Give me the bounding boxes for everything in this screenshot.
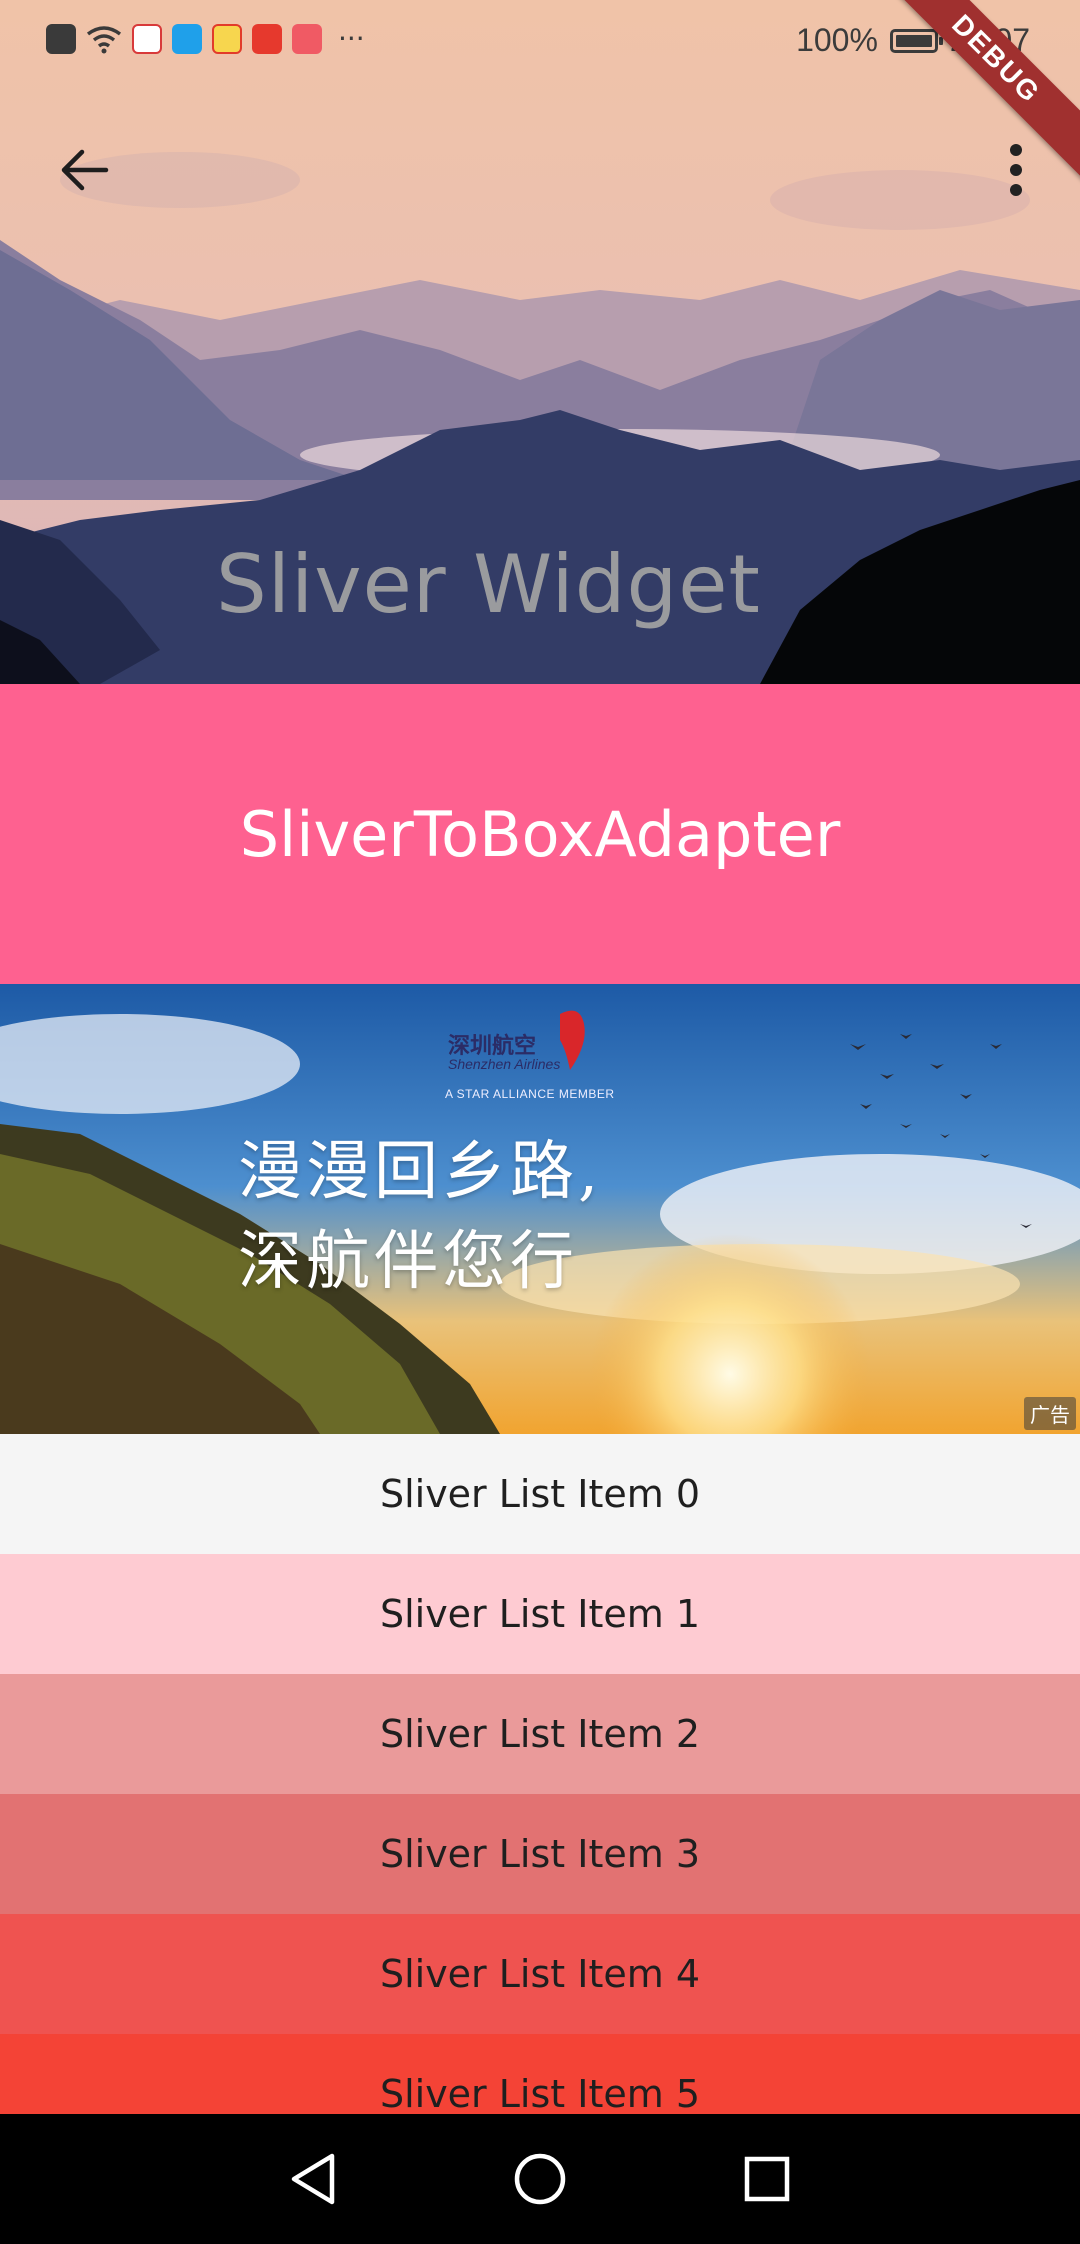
list-item[interactable]: Sliver List Item 4 [0,1914,1080,2034]
nav-recents-button[interactable] [732,2144,802,2214]
alliance-text: A STAR ALLIANCE MEMBER [445,1087,615,1101]
list-item-label: Sliver List Item 0 [379,1472,701,1516]
reader-icon [292,23,322,54]
adapter-label: SliverToBoxAdapter [239,797,841,871]
baidu-icon [132,23,162,54]
ting-icon [252,23,282,54]
more-notifications: ··· [338,22,365,55]
list-item[interactable]: Sliver List Item 2 [0,1674,1080,1794]
arrow-back-icon [61,149,109,191]
ad-badge: 广告 [1024,1397,1076,1430]
list-item[interactable]: Sliver List Item 3 [0,1794,1080,1914]
banner-slogan-line2: 深航伴您行 [238,1225,578,1299]
list-item-label: Sliver List Item 2 [379,1712,701,1756]
list-item-label: Sliver List Item 1 [379,1592,701,1636]
list-item-label: Sliver List Item 5 [379,2072,701,2116]
nav-back-icon [292,2153,335,2205]
more-vert-icon [1010,144,1022,156]
alert-icon [46,23,76,54]
weibo-icon [212,23,242,54]
list-item[interactable]: Sliver List Item 0 [0,1434,1080,1554]
nav-recents-icon [744,2156,789,2202]
nav-back-button[interactable] [278,2144,348,2214]
system-navigation-bar [0,2114,1080,2244]
wifi-icon [86,25,122,53]
list-item-label: Sliver List Item 3 [379,1832,701,1876]
sliver-app-bar: ··· 100% 20:07 Sliver Widget [0,0,1080,684]
list-item-label: Sliver List Item 4 [379,1952,701,1996]
search-app-icon [172,23,202,54]
banner-slogan-line1: 漫漫回乡路, [238,1135,603,1209]
notification-icons: ··· [46,22,365,55]
more-menu-button[interactable] [996,136,1036,204]
nav-home-icon [514,2153,566,2205]
airline-brand-en: Shenzhen Airlines [448,1056,561,1072]
nav-home-button[interactable] [505,2144,575,2214]
page-title: Sliver Widget [216,538,761,631]
battery-percent: 100% [796,22,878,58]
back-button[interactable] [50,136,118,204]
sliver-to-box-adapter: SliverToBoxAdapter [0,684,1080,984]
battery-icon [889,28,943,53]
sliver-list: Sliver List Item 0 Sliver List Item 1 Sl… [0,1434,1080,2154]
list-item[interactable]: Sliver List Item 1 [0,1554,1080,1674]
